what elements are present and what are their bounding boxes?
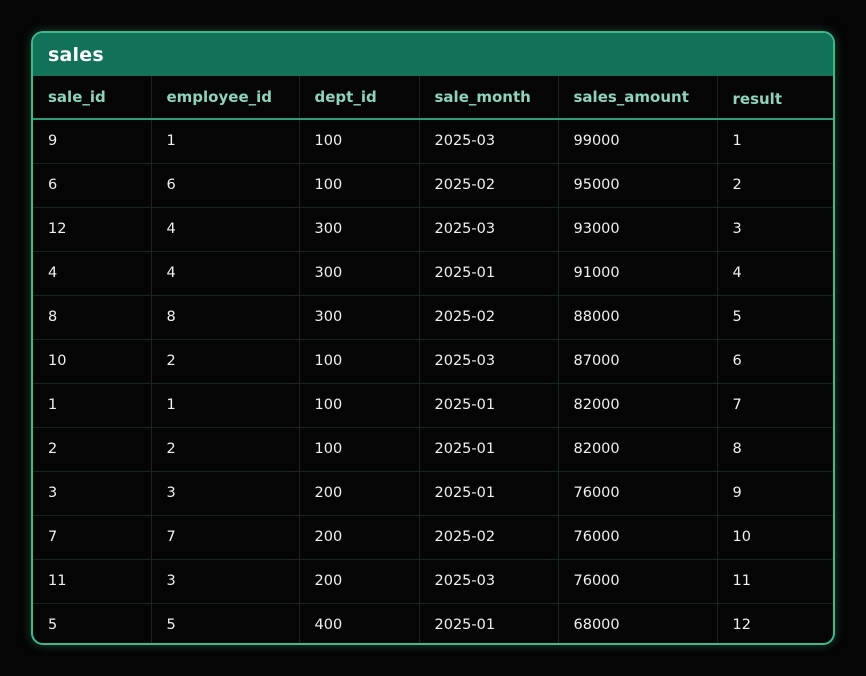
sale-id-cell: 10 <box>33 339 152 384</box>
dept-id-cell: 300 <box>299 251 420 296</box>
sale-id-cell: 8 <box>33 295 152 340</box>
result-cell: 10 <box>717 515 833 560</box>
sales-amount-cell: 82000 <box>558 427 718 472</box>
dept-id-cell: 100 <box>299 427 420 472</box>
column-header-dept-id[interactable]: dept_id <box>299 76 420 120</box>
employee-id-cell: 1 <box>151 119 300 164</box>
column-header-employee-id[interactable]: employee_id <box>151 76 300 120</box>
table-row[interactable]: 5 5 400 2025-01 68000 12 <box>33 603 833 643</box>
employee-id-cell: 5 <box>151 603 300 643</box>
table-row[interactable]: 2 2 100 2025-01 82000 8 <box>33 427 833 472</box>
result-cell: 3 <box>717 207 833 252</box>
column-header-sale-id[interactable]: sale_id <box>33 76 152 120</box>
sale-month-cell: 2025-01 <box>419 427 559 472</box>
employee-id-cell: 8 <box>151 295 300 340</box>
column-header-result[interactable]: result <box>717 76 833 120</box>
sale-id-cell: 6 <box>33 163 152 208</box>
sales-amount-cell: 76000 <box>558 471 718 516</box>
sale-month-cell: 2025-01 <box>419 603 559 643</box>
result-cell: 8 <box>717 427 833 472</box>
sale-month-cell: 2025-01 <box>419 251 559 296</box>
result-cell: 12 <box>732 617 751 634</box>
result-cell: 7 <box>717 383 833 428</box>
sales-amount-cell: 68000 <box>558 603 718 643</box>
dept-id-cell: 300 <box>299 295 420 340</box>
sale-id-cell: 4 <box>33 251 152 296</box>
result-cell: 9 <box>717 471 833 516</box>
table-row[interactable]: 3 3 200 2025-01 76000 9 <box>33 471 833 516</box>
result-cell: 11 <box>717 559 833 604</box>
result-cell: 5 <box>717 295 833 340</box>
table-row[interactable]: 11 3 200 2025-03 76000 11 <box>33 559 833 604</box>
sale-id-cell: 7 <box>33 515 152 560</box>
employee-id-cell: 2 <box>151 427 300 472</box>
employee-id-cell: 6 <box>151 163 300 208</box>
dept-id-cell: 100 <box>299 383 420 428</box>
header-row: sale_id employee_id dept_id sale_month s… <box>33 76 833 120</box>
table-header: sale_id employee_id dept_id sale_month s… <box>33 76 833 120</box>
sales-amount-cell: 82000 <box>558 383 718 428</box>
sale-id-cell: 2 <box>33 427 152 472</box>
table-row[interactable]: 6 6 100 2025-02 95000 2 <box>33 163 833 208</box>
dept-id-cell: 200 <box>299 471 420 516</box>
result-cell: 4 <box>717 251 833 296</box>
result-cell: 1 <box>717 119 833 164</box>
employee-id-cell: 7 <box>151 515 300 560</box>
sales-amount-cell: 93000 <box>558 207 718 252</box>
sales-amount-cell: 76000 <box>558 559 718 604</box>
sale-month-cell: 2025-02 <box>419 163 559 208</box>
sales-table-card: sales sale_id employee_id dept_id sale_m… <box>31 31 835 645</box>
table-title-bar: sales <box>33 33 833 76</box>
table-row[interactable]: 10 2 100 2025-03 87000 6 <box>33 339 833 384</box>
sales-table: sale_id employee_id dept_id sale_month s… <box>33 76 833 643</box>
dept-id-cell: 100 <box>299 163 420 208</box>
sale-month-cell: 2025-02 <box>419 295 559 340</box>
employee-id-cell: 3 <box>151 471 300 516</box>
sales-amount-cell: 95000 <box>558 163 718 208</box>
table-row[interactable]: 1 1 100 2025-01 82000 7 <box>33 383 833 428</box>
sale-id-cell: 3 <box>33 471 152 516</box>
column-header-sales-amount[interactable]: sales_amount <box>558 76 718 120</box>
sale-id-cell: 9 <box>33 119 152 164</box>
sale-month-cell: 2025-03 <box>419 559 559 604</box>
sales-amount-cell: 88000 <box>558 295 718 340</box>
table-row[interactable]: 12 4 300 2025-03 93000 3 <box>33 207 833 252</box>
result-cell: 6 <box>717 339 833 384</box>
sale-month-cell: 2025-03 <box>419 207 559 252</box>
table-body: 9 1 100 2025-03 99000 1 6 6 100 2025-02 95000 2 12 4 3… <box>33 119 833 643</box>
result-cell: 2 <box>717 163 833 208</box>
dept-id-cell: 400 <box>299 603 420 643</box>
column-header-sale-month[interactable]: sale_month <box>419 76 559 120</box>
table-row[interactable]: 8 8 300 2025-02 88000 5 <box>33 295 833 340</box>
table-row[interactable]: 4 4 300 2025-01 91000 4 <box>33 251 833 296</box>
dept-id-cell: 300 <box>299 207 420 252</box>
dept-id-cell: 200 <box>299 515 420 560</box>
sale-id-cell: 5 <box>33 603 152 643</box>
sales-amount-cell: 99000 <box>558 119 718 164</box>
employee-id-cell: 3 <box>151 559 300 604</box>
sale-month-cell: 2025-03 <box>419 339 559 384</box>
sale-id-cell: 12 <box>33 207 152 252</box>
sale-id-cell: 1 <box>33 383 152 428</box>
table-title: sales <box>48 43 104 66</box>
sales-amount-cell: 76000 <box>558 515 718 560</box>
table-row[interactable]: 9 1 100 2025-03 99000 1 <box>33 119 833 164</box>
employee-id-cell: 2 <box>151 339 300 384</box>
dept-id-cell: 100 <box>299 119 420 164</box>
dept-id-cell: 200 <box>299 559 420 604</box>
employee-id-cell: 4 <box>151 207 300 252</box>
dept-id-cell: 100 <box>299 339 420 384</box>
sale-month-cell: 2025-01 <box>419 383 559 428</box>
sale-month-cell: 2025-03 <box>419 119 559 164</box>
employee-id-cell: 1 <box>151 383 300 428</box>
sales-amount-cell: 91000 <box>558 251 718 296</box>
sale-month-cell: 2025-01 <box>419 471 559 516</box>
table-row[interactable]: 7 7 200 2025-02 76000 10 <box>33 515 833 560</box>
sales-amount-cell: 87000 <box>558 339 718 384</box>
sale-id-cell: 11 <box>33 559 152 604</box>
sale-month-cell: 2025-02 <box>419 515 559 560</box>
employee-id-cell: 4 <box>151 251 300 296</box>
